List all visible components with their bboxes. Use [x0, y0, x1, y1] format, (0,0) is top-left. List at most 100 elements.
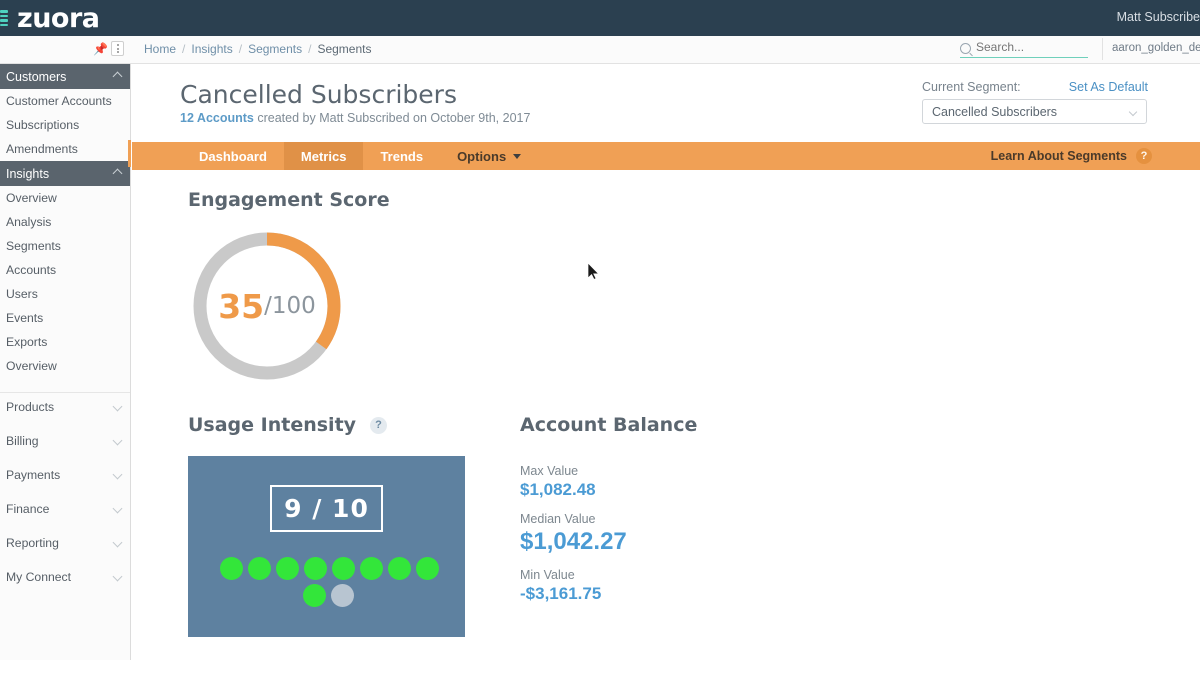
max-value-amount: $1,082.48 — [520, 480, 596, 499]
sidebar-item-overview[interactable]: Overview — [0, 186, 130, 210]
sidebar-item-my-connect[interactable]: My Connect — [0, 565, 130, 589]
sidebar-item-label: Events — [6, 311, 44, 325]
chevron-down-icon — [112, 435, 123, 446]
breadcrumb-item-insights[interactable]: Insights — [191, 42, 232, 56]
page-subtitle: 12 Accounts created by Matt Subscribed o… — [180, 111, 530, 125]
sidebar-item-amendments[interactable]: Amendments — [0, 137, 130, 161]
sidebar-group-insights[interactable]: Insights — [0, 161, 130, 186]
sidebar-item-billing[interactable]: Billing — [0, 429, 130, 453]
tab-label: Trends — [380, 148, 424, 164]
sidebar-item-accounts[interactable]: Accounts — [0, 258, 130, 282]
pin-icon[interactable]: 📌 — [93, 42, 108, 56]
account-name-label[interactable]: aaron_golden_demo — [1112, 42, 1200, 54]
more-options-button[interactable] — [111, 41, 124, 56]
tab-metrics[interactable]: Metrics — [283, 142, 364, 176]
learn-about-segments-link[interactable]: Learn About Segments ? — [991, 142, 1152, 170]
hamburger-menu-icon[interactable] — [0, 10, 14, 26]
sidebar-item-segments[interactable]: Segments — [0, 234, 130, 258]
search-input[interactable] — [976, 40, 1086, 54]
sidebar-group-customers[interactable]: Customers — [0, 64, 130, 89]
zuora-logo[interactable]: zuora — [17, 3, 100, 34]
sidebar-item-label: Billing — [6, 434, 39, 448]
breadcrumb-item-current: Segments — [317, 42, 372, 56]
usage-dot-filled — [220, 557, 243, 580]
breadcrumb-separator: / — [308, 42, 312, 56]
chevron-down-icon — [112, 469, 123, 480]
help-icon[interactable]: ? — [370, 416, 388, 434]
usage-dots-row-1 — [220, 557, 439, 580]
sidebar-item-reporting[interactable]: Reporting — [0, 531, 130, 555]
sidebar-item-users[interactable]: Users — [0, 282, 130, 306]
usage-dot-filled — [304, 557, 327, 580]
tab-dashboard[interactable]: Dashboard — [182, 142, 284, 170]
page-header: Cancelled Subscribers 12 Accounts create… — [132, 64, 1200, 136]
sidebar-item-events[interactable]: Events — [0, 306, 130, 330]
min-value-amount: -$3,161.75 — [520, 584, 602, 603]
sidebar: Customers Customer Accounts Subscription… — [0, 64, 131, 660]
chevron-up-icon — [112, 71, 123, 82]
sidebar-item-overview-2[interactable]: Overview — [0, 354, 130, 378]
usage-dot-filled — [416, 557, 439, 580]
tab-trends[interactable]: Trends — [363, 142, 440, 170]
page-title: Cancelled Subscribers — [180, 80, 457, 109]
search-field[interactable] — [960, 40, 1088, 58]
learn-label: Learn About Segments — [990, 149, 1127, 163]
sidebar-item-label: Customer Accounts — [6, 94, 112, 108]
usage-intensity-score: 9 / 10 — [270, 485, 383, 532]
usage-dots-row-2 — [303, 584, 354, 607]
divider — [1102, 38, 1103, 60]
engagement-score-donut: 35 /100 — [188, 227, 346, 385]
min-value-label: Min Value — [520, 568, 575, 582]
chevron-down-icon — [112, 537, 123, 548]
engagement-score-max: /100 — [264, 293, 316, 319]
sidebar-item-label: Subscriptions — [6, 118, 80, 132]
segment-nav-bar: Dashboard Metrics Trends Options Learn A… — [132, 142, 1200, 176]
help-icon[interactable]: ? — [1136, 148, 1152, 164]
chevron-down-icon — [112, 401, 123, 412]
segment-tabs: Dashboard Metrics Trends Options — [182, 142, 538, 176]
sidebar-item-customer-accounts[interactable]: Customer Accounts — [0, 89, 130, 113]
chevron-down-icon — [513, 153, 522, 159]
page-meta: created by Matt Subscribed on October 9t… — [257, 111, 531, 125]
sidebar-item-label: Users — [6, 287, 38, 301]
usage-intensity-panel: 9 / 10 — [188, 456, 465, 637]
usage-dot-filled — [276, 557, 299, 580]
median-value-label: Median Value — [520, 512, 596, 526]
breadcrumb-separator: / — [182, 42, 186, 56]
segment-dropdown-value: Cancelled Subscribers — [932, 104, 1058, 119]
account-balance-list: Max Value $1,082.48 Median Value $1,042.… — [520, 464, 627, 604]
search-icon — [960, 43, 971, 54]
sidebar-item-subscriptions[interactable]: Subscriptions — [0, 113, 130, 137]
breadcrumb-item-segments[interactable]: Segments — [248, 42, 302, 56]
sidebar-item-analysis[interactable]: Analysis — [0, 210, 130, 234]
accounts-count[interactable]: 12 Accounts — [180, 111, 254, 125]
sidebar-item-label: Analysis — [6, 215, 52, 229]
sidebar-item-finance[interactable]: Finance — [0, 497, 130, 521]
chevron-down-icon — [1128, 107, 1138, 117]
sidebar-item-exports[interactable]: Exports — [0, 330, 130, 354]
sidebar-group-label: Insights — [6, 166, 50, 181]
main-content: Cancelled Subscribers 12 Accounts create… — [132, 64, 1200, 673]
sidebar-item-label: Segments — [6, 239, 61, 253]
segment-dropdown[interactable]: Cancelled Subscribers — [922, 99, 1147, 124]
sidebar-item-label: Accounts — [6, 263, 57, 277]
sidebar-item-label: Finance — [6, 502, 50, 516]
median-value-amount: $1,042.27 — [520, 528, 627, 555]
mouse-cursor — [588, 263, 600, 280]
sidebar-item-label: Products — [6, 400, 55, 414]
breadcrumb-separator: / — [238, 42, 243, 56]
usage-dot-filled — [388, 557, 411, 580]
options-menu[interactable]: Options — [440, 142, 538, 170]
sidebar-item-label: Reporting — [6, 536, 59, 550]
sidebar-item-products[interactable]: Products — [0, 395, 130, 419]
usage-intensity-title: Usage Intensity — [188, 414, 357, 436]
set-as-default-link[interactable]: Set As Default — [1069, 80, 1148, 94]
account-balance-row: Median Value $1,042.27 — [520, 512, 627, 556]
breadcrumb-item-home[interactable]: Home — [144, 42, 176, 56]
sidebar-item-payments[interactable]: Payments — [0, 463, 130, 487]
topbar-user-label[interactable]: Matt Subscribe — [1117, 10, 1200, 24]
